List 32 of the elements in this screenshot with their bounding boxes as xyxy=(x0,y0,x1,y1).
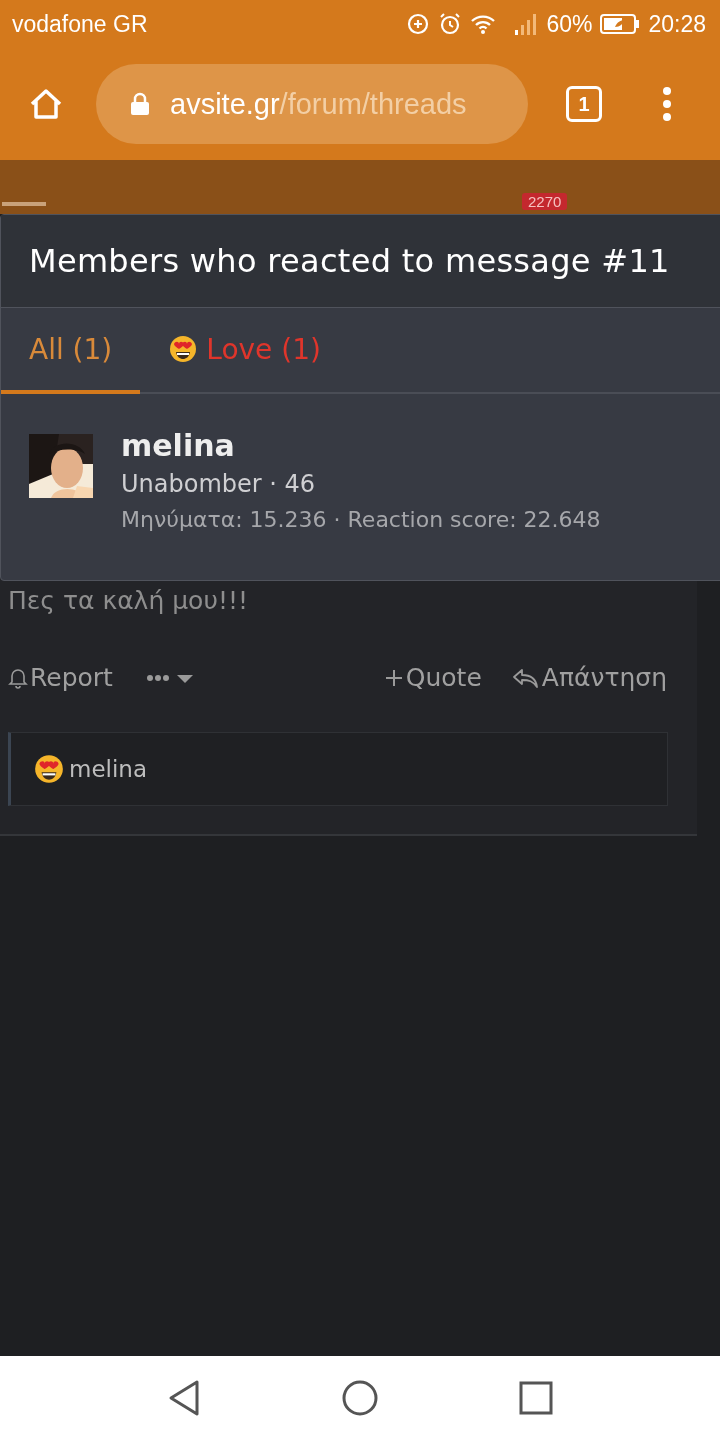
plus-icon xyxy=(383,667,404,688)
alert-count-badge[interactable]: 2270 xyxy=(522,193,568,210)
menu-icon[interactable] xyxy=(662,86,672,122)
battery-percent: 60% xyxy=(546,10,593,38)
signal-icon xyxy=(514,13,539,35)
member-stats: Μηνύματα: 15.236 · Reaction score: 22.648 xyxy=(121,506,601,534)
back-icon[interactable] xyxy=(167,1379,201,1417)
dialog-title: Members who reacted to message #11 xyxy=(1,215,720,308)
reaction-tab[interactable]: All (1) xyxy=(1,308,141,394)
home-icon[interactable] xyxy=(28,86,64,122)
reply-button[interactable]: Απάντηση xyxy=(511,663,667,692)
url-text: avsite.gr/forum/threads xyxy=(170,87,467,121)
heart-eyes-emoji-icon xyxy=(33,753,65,785)
heart-eyes-emoji-icon xyxy=(168,334,199,364)
tab-count-button[interactable]: 1 xyxy=(566,86,602,122)
carrier-name: vodafone GR xyxy=(12,10,148,38)
clock: 20:28 xyxy=(648,10,706,38)
recent-apps-icon[interactable] xyxy=(519,1381,553,1415)
home-circle-icon[interactable] xyxy=(341,1379,379,1417)
battery-icon xyxy=(600,14,641,34)
sync-icon xyxy=(406,12,431,36)
wifi-icon xyxy=(470,13,497,35)
member-name[interactable]: melina xyxy=(121,428,601,464)
member-title: Unabomber · 46 xyxy=(121,469,317,500)
report-button[interactable]: Report xyxy=(8,663,113,692)
reactions-bar[interactable]: melina xyxy=(8,732,668,806)
lock-icon xyxy=(130,92,150,116)
bell-icon xyxy=(8,666,28,689)
post-text: Πες τα καλή μου!!! xyxy=(8,586,249,617)
reply-arrow-icon xyxy=(511,666,540,689)
reaction-user[interactable]: melina xyxy=(69,756,147,782)
quote-button[interactable]: Quote xyxy=(383,663,482,692)
